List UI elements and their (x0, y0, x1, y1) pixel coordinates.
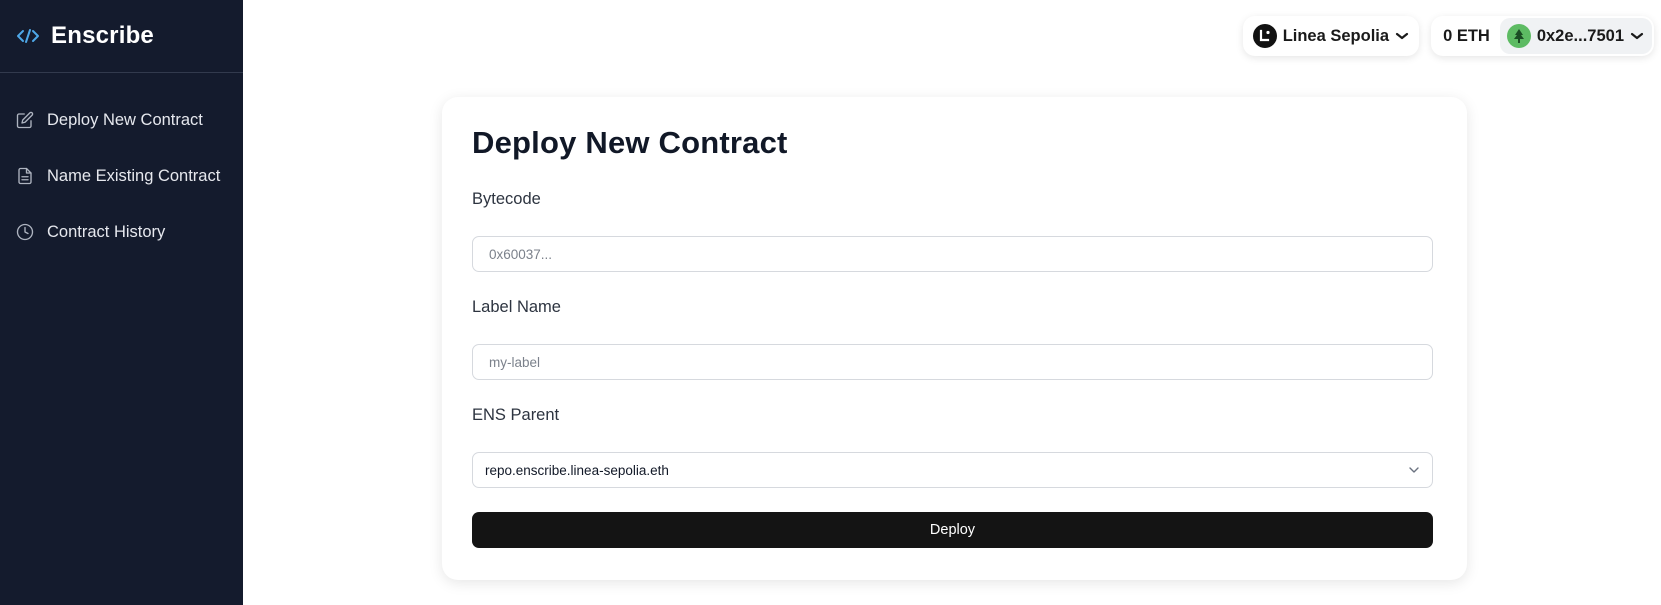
ens-parent-selected-value: repo.enscribe.linea-sepolia.eth (485, 462, 669, 478)
sidebar-item-contract-history[interactable]: Contract History (0, 204, 243, 260)
top-bar: Linea Sepolia 0 ETH 0x2e...7501 (1242, 16, 1654, 56)
sidebar-item-label: Contract History (47, 222, 166, 241)
account-group: 0 ETH 0x2e...7501 (1431, 16, 1654, 56)
code-icon (16, 24, 40, 48)
sidebar-item-label: Name Existing Contract (47, 166, 221, 185)
edit-icon (15, 110, 35, 130)
sidebar: Enscribe Deploy New Contract Name Existi… (0, 0, 243, 605)
label-name-input[interactable] (472, 344, 1433, 380)
label-name-label: Label Name (472, 298, 561, 316)
deploy-button[interactable]: Deploy (472, 512, 1433, 548)
document-icon (15, 166, 35, 186)
bytecode-input[interactable] (472, 236, 1433, 272)
brand[interactable]: Enscribe (0, 0, 243, 73)
sidebar-item-deploy-new-contract[interactable]: Deploy New Contract (0, 92, 243, 148)
sidebar-item-label: Deploy New Contract (47, 110, 203, 129)
bytecode-label: Bytecode (472, 190, 541, 208)
chevron-down-icon (1630, 31, 1644, 41)
account-address: 0x2e...7501 (1536, 26, 1624, 45)
tree-avatar-icon (1506, 24, 1531, 48)
clock-icon (15, 222, 35, 242)
app-root: Enscribe Deploy New Contract Name Existi… (0, 0, 1661, 605)
balance: 0 ETH (1443, 26, 1490, 45)
deploy-form-card: Deploy New Contract Bytecode Label Name … (442, 97, 1467, 580)
sidebar-nav: Deploy New Contract Name Existing Contra… (0, 73, 243, 260)
network-name: Linea Sepolia (1282, 26, 1390, 45)
brand-title: Enscribe (51, 22, 154, 49)
ens-parent-label: ENS Parent (472, 406, 560, 424)
ens-parent-select[interactable]: repo.enscribe.linea-sepolia.eth (472, 452, 1433, 488)
sidebar-item-name-existing-contract[interactable]: Name Existing Contract (0, 148, 243, 204)
linea-logo-icon (1252, 24, 1277, 48)
network-selector[interactable]: Linea Sepolia (1242, 16, 1420, 56)
page-title: Deploy New Contract (472, 125, 788, 160)
account-button[interactable]: 0x2e...7501 (1499, 18, 1652, 54)
main-content: Linea Sepolia 0 ETH 0x2e...7501 Deploy N… (243, 0, 1661, 605)
chevron-down-icon (1408, 461, 1420, 479)
chevron-down-icon (1395, 31, 1409, 41)
